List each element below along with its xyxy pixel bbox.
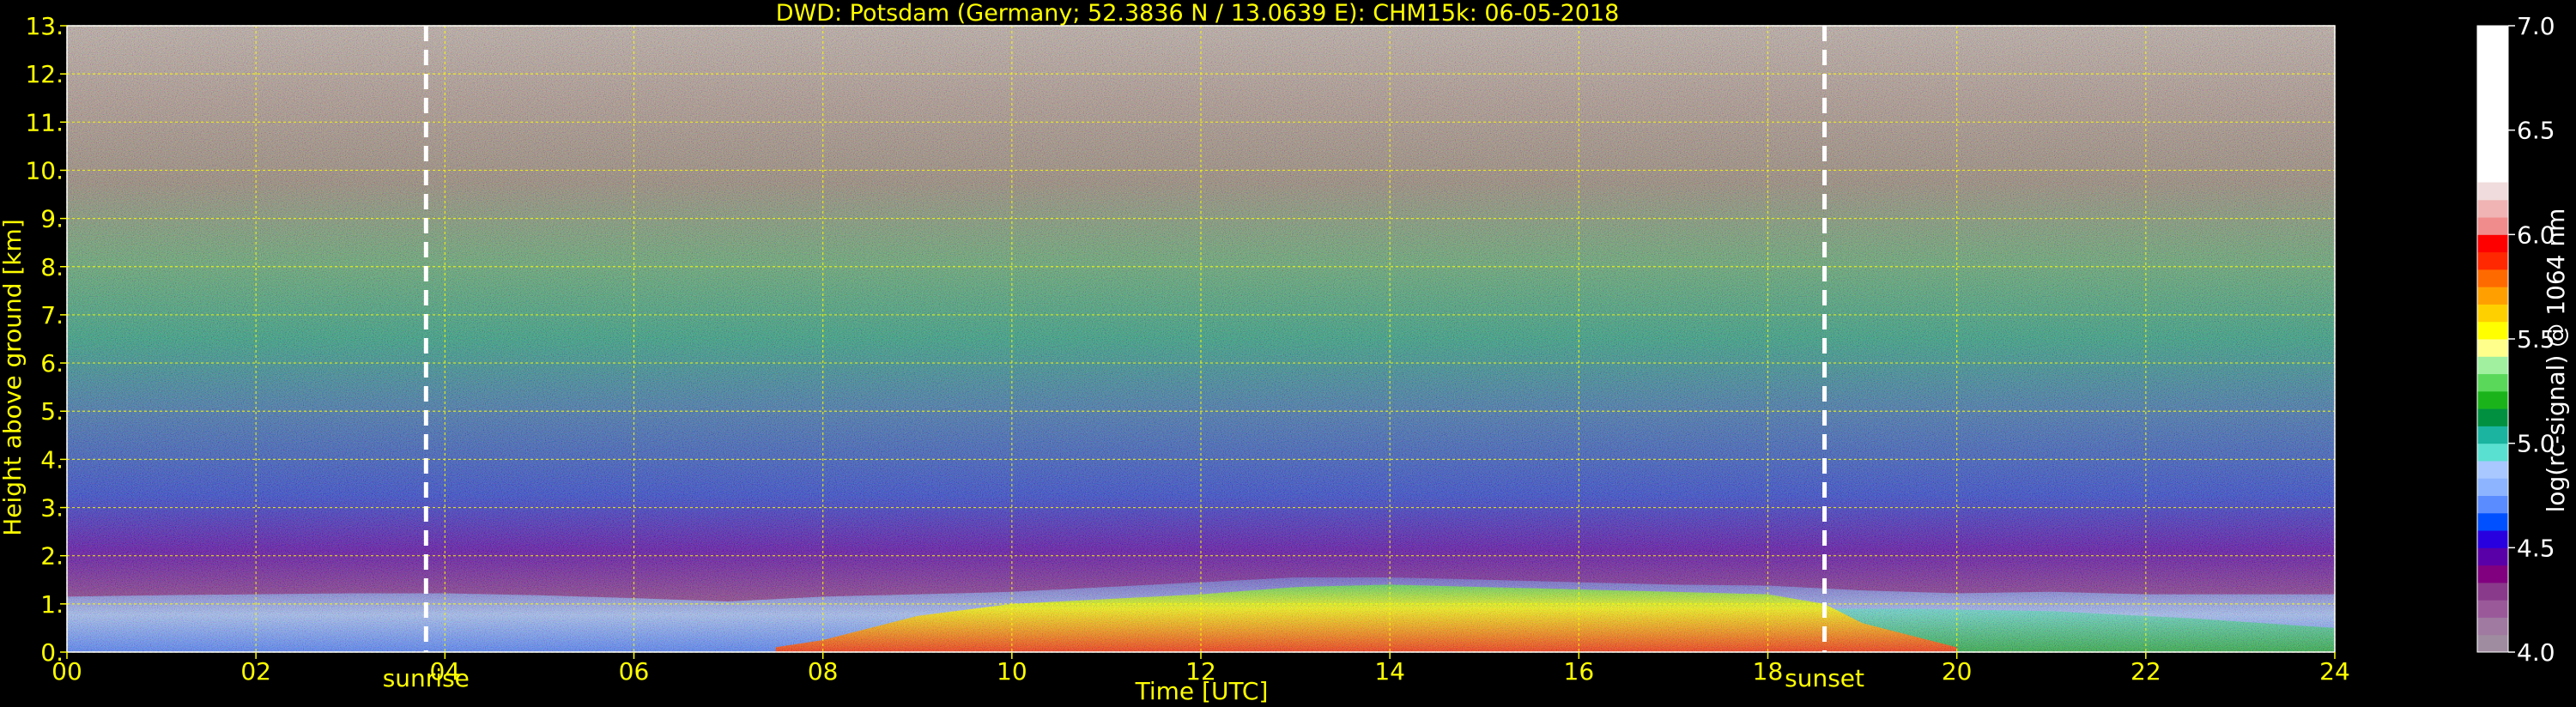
colorbar-segment bbox=[2477, 321, 2508, 340]
colorbar-segment bbox=[2477, 478, 2508, 496]
y-axis-label: Height above ground [km] bbox=[0, 219, 27, 536]
x-tick-label: 02 bbox=[240, 657, 271, 686]
y-tick-label: 13. bbox=[25, 12, 64, 40]
x-tick-label: 20 bbox=[1942, 657, 1973, 686]
colorbar-segment bbox=[2477, 356, 2508, 375]
colorbar-segment bbox=[2477, 617, 2508, 636]
y-tick-label: 2. bbox=[40, 542, 64, 571]
x-tick-label: 10 bbox=[997, 657, 1027, 686]
colorbar-segment bbox=[2477, 426, 2508, 444]
colorbar-segment bbox=[2477, 287, 2508, 305]
colorbar-segment bbox=[2477, 512, 2508, 531]
figure: sunrise sunset 00 02 04 06 08 10 12 14 16 18 20 22 24… bbox=[0, 0, 2570, 705]
x-tick-label: 14 bbox=[1374, 657, 1405, 686]
y-tick-label: 6. bbox=[40, 349, 64, 378]
chart-title: DWD: Potsdam (Germany; 52.3836 N / 13.06… bbox=[776, 0, 1620, 27]
colorbar-segment bbox=[2477, 269, 2508, 287]
y-tick-label: 8. bbox=[40, 253, 64, 281]
colorbar-segment bbox=[2477, 217, 2508, 235]
colorbar-segment bbox=[2477, 199, 2508, 218]
colorbar-segment bbox=[2477, 582, 2508, 601]
x-tick-label: 06 bbox=[619, 657, 650, 686]
x-tick-label: 08 bbox=[808, 657, 839, 686]
colorbar-segment bbox=[2477, 443, 2508, 462]
colorbar-segment bbox=[2477, 304, 2508, 323]
y-tick-label: 4. bbox=[40, 445, 64, 474]
y-tick-label: 7. bbox=[40, 301, 64, 329]
colorbar-segment bbox=[2477, 460, 2508, 479]
x-tick-label: 22 bbox=[2131, 657, 2161, 686]
colorbar-tick-label: 7.0 bbox=[2517, 12, 2555, 40]
colorbar-segment bbox=[2477, 234, 2508, 253]
y-tick-label: 3. bbox=[40, 494, 64, 523]
colorbar-segment bbox=[2477, 565, 2508, 583]
colorbar-segment bbox=[2477, 600, 2508, 618]
colorbar-segment bbox=[2477, 390, 2508, 409]
y-tick-label: 0. bbox=[40, 638, 64, 667]
colorbar-segment bbox=[2477, 251, 2508, 270]
colorbar-segment bbox=[2477, 373, 2508, 392]
colorbar-segment bbox=[2477, 634, 2508, 653]
colorbar-segment bbox=[2477, 408, 2508, 426]
x-tick-label: 24 bbox=[2319, 657, 2350, 686]
colorbar-tick-label: 4.5 bbox=[2517, 534, 2555, 562]
colorbar-tick-label: 4.0 bbox=[2517, 638, 2555, 667]
colorbar-segment bbox=[2477, 26, 2508, 183]
x-tick-label: 18 bbox=[1753, 657, 1784, 686]
colorbar-tick-label: 6.5 bbox=[2517, 117, 2555, 145]
x-axis-label: Time [UTC] bbox=[1135, 677, 1269, 705]
y-tick-label: 9. bbox=[40, 205, 64, 233]
y-tick-label: 10. bbox=[25, 156, 64, 184]
colorbar-segment bbox=[2477, 547, 2508, 566]
y-tick-label: 12. bbox=[25, 60, 64, 88]
colorbar-segment bbox=[2477, 495, 2508, 514]
y-tick-label: 11. bbox=[25, 108, 64, 136]
x-tick-label: 04 bbox=[430, 657, 461, 686]
event-label-sunset: sunset bbox=[1785, 664, 1864, 692]
colorbar-segment bbox=[2477, 339, 2508, 357]
colorbar-segment bbox=[2477, 530, 2508, 548]
colorbar-label: log(rc-signal) @ 1064 nm bbox=[2542, 208, 2570, 513]
x-tick-label: 16 bbox=[1564, 657, 1595, 686]
y-tick-label: 5. bbox=[40, 397, 64, 426]
colorbar-segment bbox=[2477, 182, 2508, 201]
y-tick-label: 1. bbox=[40, 590, 64, 619]
